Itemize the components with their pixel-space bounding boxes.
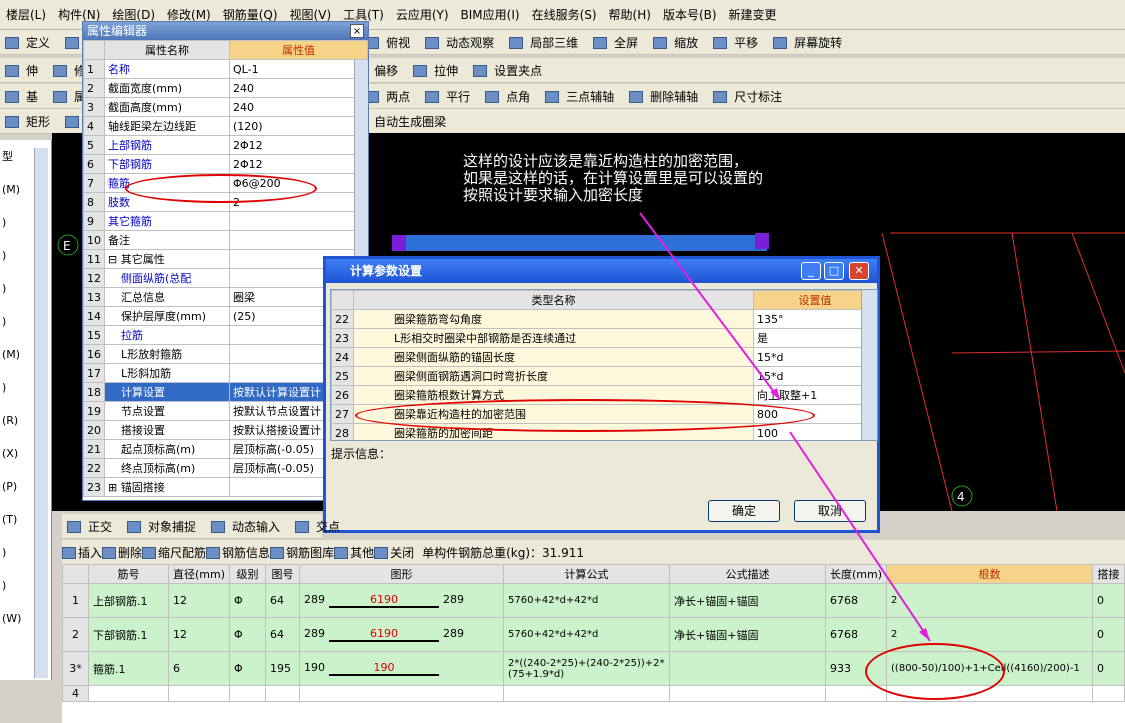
arrow-overlay [639, 212, 931, 642]
